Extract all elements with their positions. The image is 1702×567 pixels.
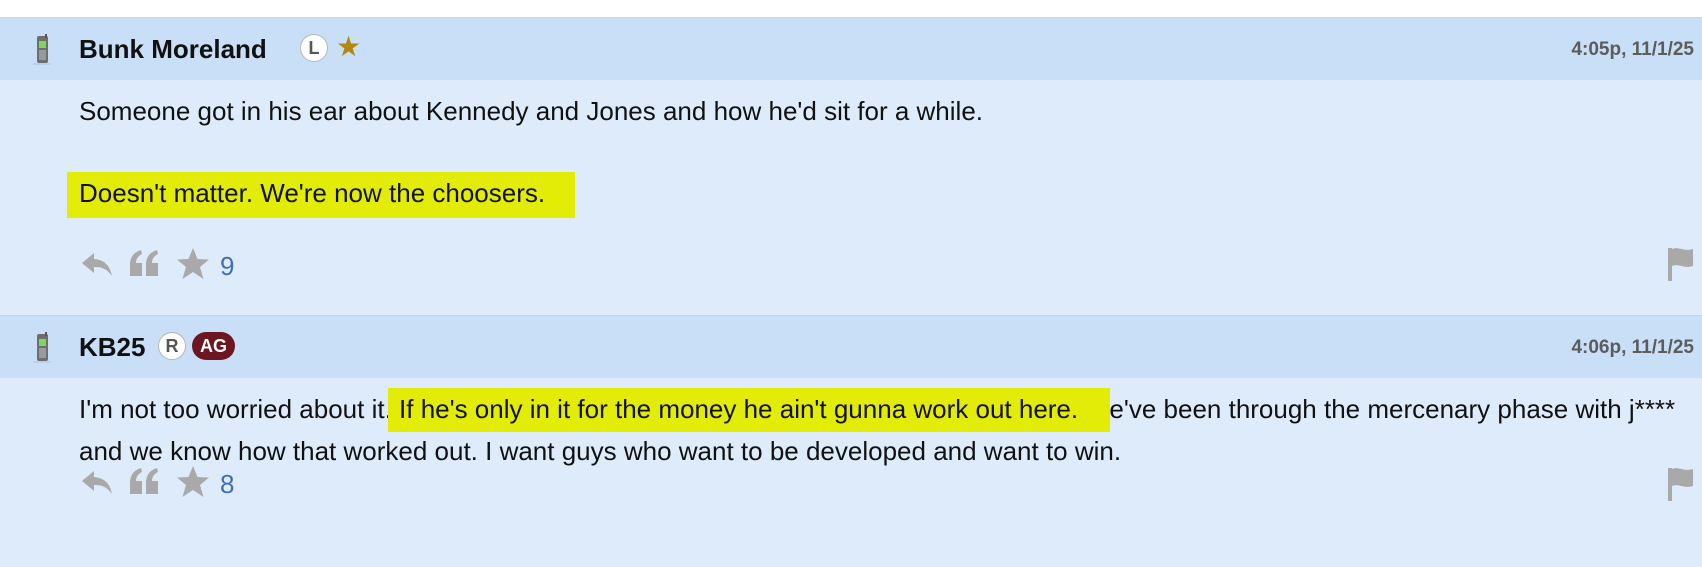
star-icon[interactable]: [175, 464, 211, 500]
post-action-bar: 8: [79, 464, 1699, 508]
post-text-segment: I'm not too worried about it.: [79, 394, 392, 424]
post-body: Someone got in his ear about Kennedy and…: [67, 90, 1679, 218]
reply-icon[interactable]: [79, 246, 115, 282]
post-action-bar: 9: [79, 246, 1699, 290]
post-timestamp[interactable]: 4:05p, 11/1/25: [1571, 38, 1694, 62]
post-text-line: Someone got in his ear about Kennedy and…: [79, 96, 984, 126]
mobile-phone-icon: [33, 332, 51, 363]
post-header: Bunk Moreland L ★ 4:05p, 11/1/25: [0, 18, 1702, 80]
mobile-phone-icon: [33, 34, 51, 65]
highlighted-text: Doesn't matter. We're now the choosers.: [79, 178, 546, 208]
author-name[interactable]: Bunk Moreland: [79, 32, 267, 66]
star-count[interactable]: 8: [220, 466, 234, 502]
gold-star-icon: ★: [336, 31, 362, 62]
flag-icon[interactable]: [1665, 246, 1697, 282]
author-name[interactable]: KB25: [79, 330, 145, 364]
post-bunk-moreland: Bunk Moreland L ★ 4:05p, 11/1/25 Someone…: [0, 18, 1702, 316]
team-badge-ag: AG: [192, 332, 235, 360]
post-timestamp[interactable]: 4:06p, 11/1/25: [1571, 336, 1694, 360]
post-header: KB25 R AG 4:06p, 11/1/25: [0, 316, 1702, 378]
user-badge-l: L: [300, 34, 328, 62]
quote-icon[interactable]: [127, 246, 163, 282]
flag-icon[interactable]: [1665, 466, 1697, 502]
reply-icon[interactable]: [79, 464, 115, 500]
post-kb25: KB25 R AG 4:06p, 11/1/25 I'm not too wor…: [0, 316, 1702, 567]
highlighted-segment: If he's only in it for the money he ain'…: [387, 388, 1110, 432]
star-icon[interactable]: [175, 246, 211, 282]
top-divider: [0, 0, 1702, 18]
star-count[interactable]: 9: [220, 248, 234, 284]
post-body: I'm not too worried about it. If he's on…: [79, 388, 1679, 472]
user-badge-r: R: [158, 332, 186, 360]
quote-icon[interactable]: [127, 464, 163, 500]
